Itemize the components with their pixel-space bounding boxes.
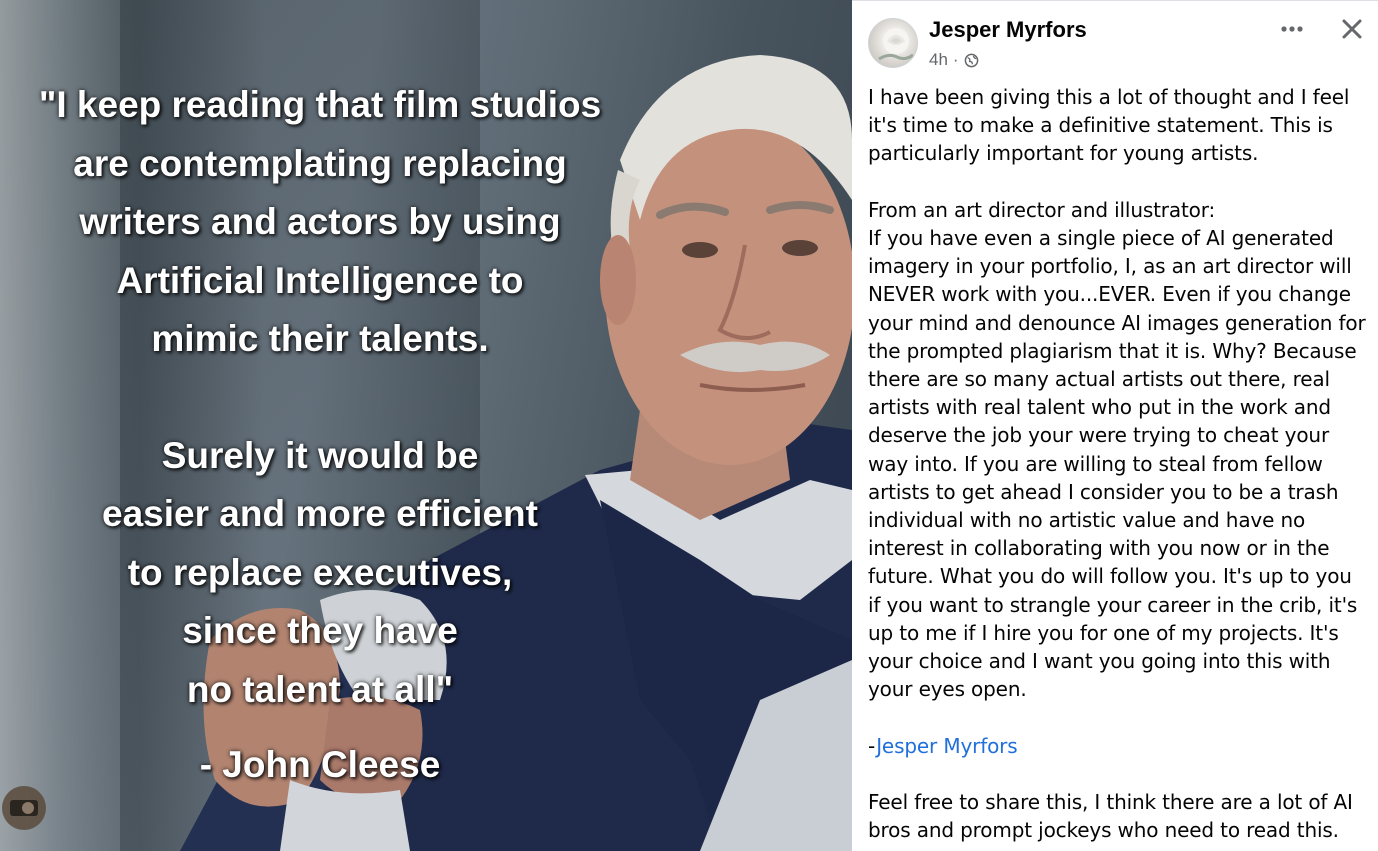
- post-paragraph: Feel free to share this, I think there a…: [868, 790, 1353, 843]
- more-horizontal-icon: [1281, 26, 1303, 32]
- quote-line: Artificial Intelligence to: [116, 259, 524, 301]
- meta-separator: ·: [952, 50, 959, 69]
- post-paragraph: If you have even a single piece of AI ge…: [868, 226, 1366, 702]
- quote-line: are contemplating replacing: [73, 142, 567, 184]
- quote-line: to replace executives,: [127, 551, 513, 593]
- post-signature: -Jesper Myrfors: [868, 732, 1370, 760]
- quote-line: mimic their talents.: [151, 318, 489, 359]
- close-icon: [1342, 19, 1362, 39]
- author-name[interactable]: Jesper Myrfors: [929, 17, 1087, 43]
- quote-line: "I keep reading that film studios: [38, 84, 602, 125]
- more-options-button[interactable]: [1272, 13, 1312, 45]
- globe-icon: [964, 53, 978, 67]
- quote-line: writers and actors by using: [79, 201, 561, 242]
- quote-line: no talent at all": [186, 668, 454, 710]
- quote-attribution: - John Cleese: [199, 744, 441, 785]
- meme-image: "I keep reading that film studios are co…: [0, 0, 852, 851]
- post-paragraph: I have been giving this a lot of thought…: [868, 85, 1350, 166]
- quote-line: easier and more efficient: [102, 493, 538, 534]
- post-timestamp[interactable]: 4h: [929, 50, 948, 70]
- avatar[interactable]: [868, 18, 918, 68]
- signature-dash: -: [868, 733, 877, 758]
- post-paragraph-intro: From an art director and illustrator:: [868, 197, 1216, 222]
- quote-text: "I keep reading that film studios are co…: [20, 76, 620, 795]
- avatar-rose-icon: [878, 28, 914, 61]
- author-mention-link[interactable]: Jesper Myrfors: [876, 734, 1017, 758]
- post-meta: 4h ·: [929, 50, 979, 70]
- quote-line: Surely it would be: [161, 434, 479, 476]
- close-button[interactable]: [1332, 13, 1372, 45]
- post-panel: Jesper Myrfors 4h · I have been giving t…: [852, 0, 1378, 851]
- post-body: I have been giving this a lot of thought…: [868, 83, 1370, 844]
- quote-line: since they have: [182, 610, 458, 651]
